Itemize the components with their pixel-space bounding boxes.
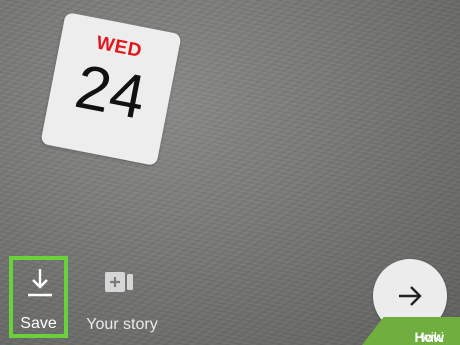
arrow-right-icon (399, 286, 422, 306)
your-story-button[interactable]: Your story (76, 260, 168, 338)
add-story-icon (105, 272, 133, 292)
download-icon (28, 269, 52, 297)
date-sticker[interactable]: WED 24 (40, 11, 182, 167)
save-label: Save (20, 315, 57, 332)
your-story-label: Your story (86, 316, 158, 333)
save-button[interactable]: Save (9, 256, 68, 338)
